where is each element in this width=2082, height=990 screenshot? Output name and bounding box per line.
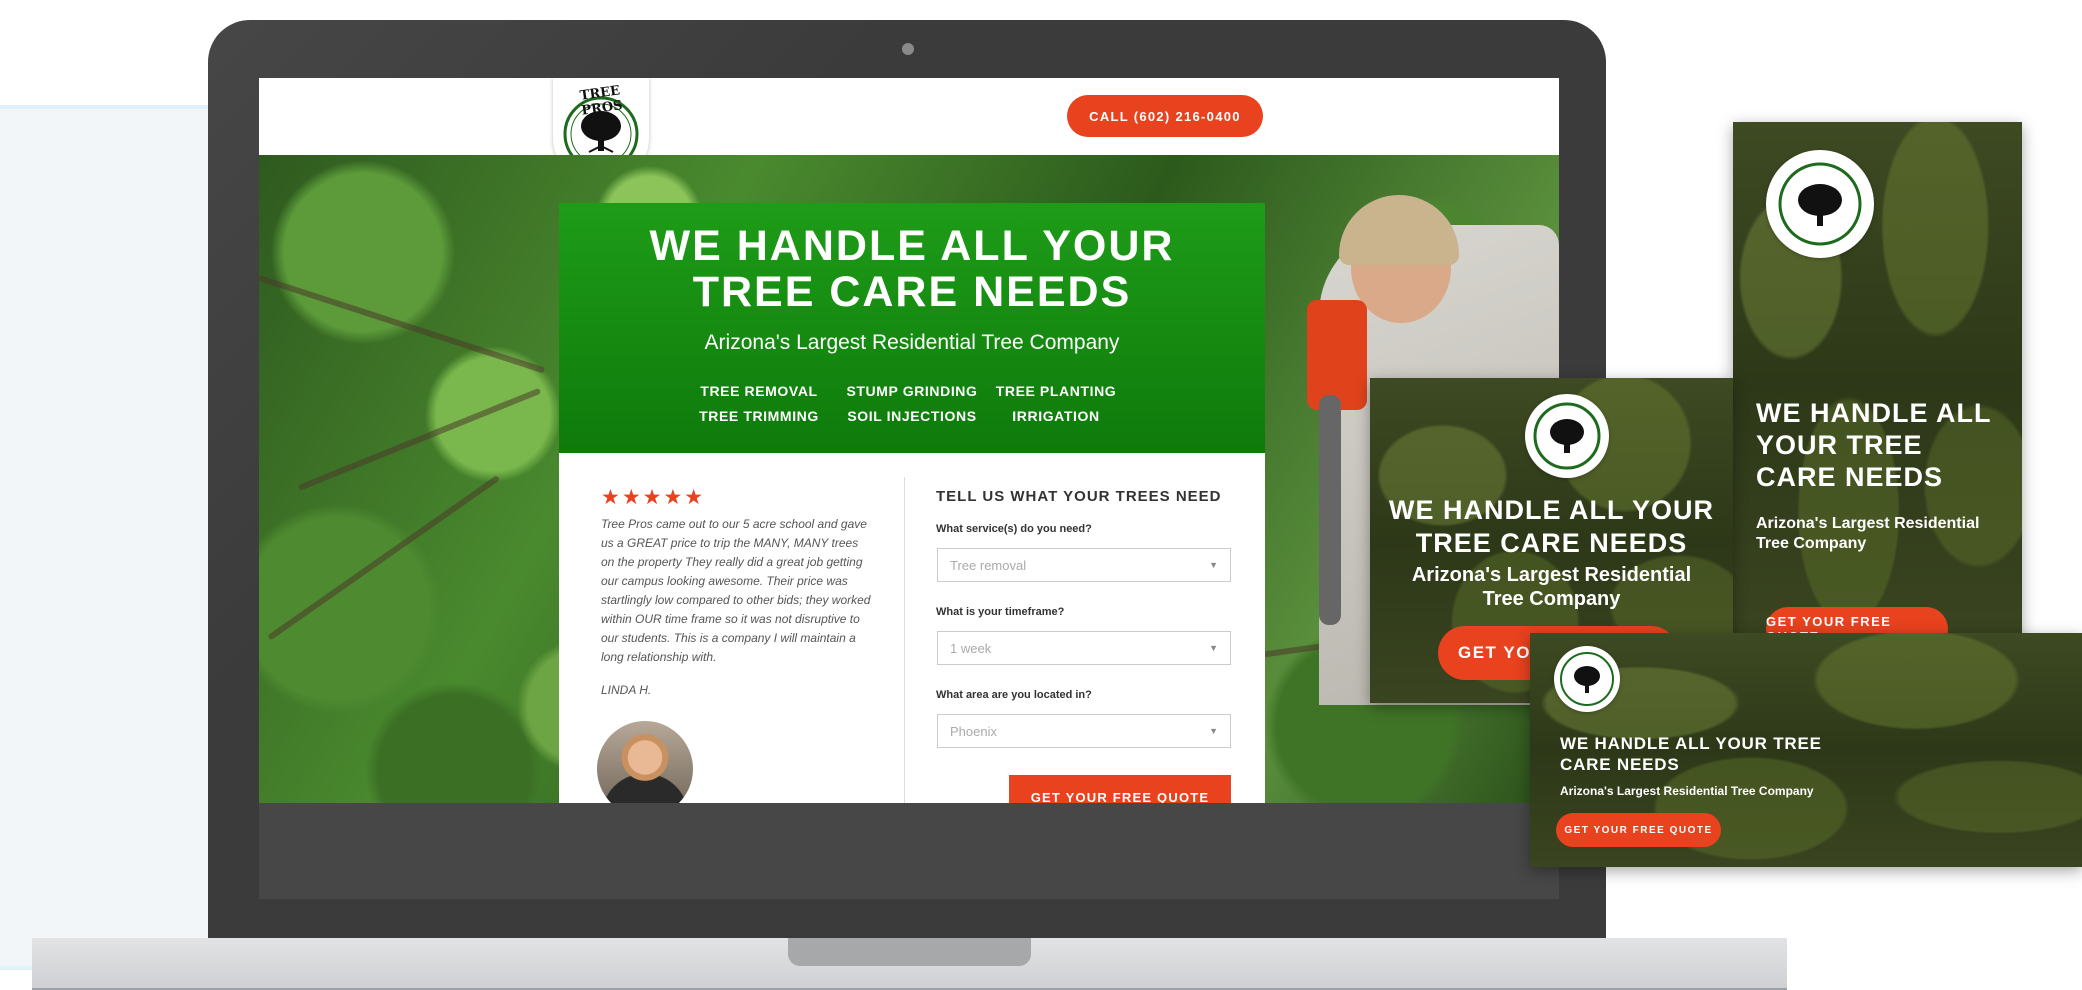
- service-label: What service(s) do you need?: [936, 523, 1092, 535]
- chevron-down-icon: ▼: [1209, 643, 1218, 653]
- timeframe-select[interactable]: 1 week ▼: [937, 631, 1231, 665]
- ad-headline: WE HANDLE ALL YOUR TREE CARE NEEDS: [1756, 398, 1991, 492]
- page-title: WE HANDLE ALL YOUR TREE CARE NEEDS: [649, 222, 1175, 316]
- testimonial-text: Tree Pros came out to our 5 acre school …: [601, 517, 871, 664]
- service-item: STUMP GRINDING: [846, 383, 978, 399]
- tree-logo-icon: [1533, 402, 1601, 470]
- get-free-quote-button[interactable]: GET YOUR FREE QUOTE: [1009, 775, 1231, 803]
- camera-icon: [902, 43, 914, 55]
- avatar: [597, 721, 693, 803]
- page-subtitle: Arizona's Largest Residential Tree Compa…: [704, 331, 1120, 354]
- timeframe-label: What is your timeframe?: [936, 606, 1065, 618]
- location-label: What area are you located in?: [936, 689, 1092, 701]
- testimonial-author: LINDA H.: [601, 683, 652, 697]
- star-rating: ★★★★★: [601, 486, 706, 509]
- banner-ad-wide[interactable]: WE HANDLE ALL YOUR TREE CARE NEEDS Arizo…: [1530, 633, 2082, 867]
- chainsaw: [1307, 300, 1367, 410]
- background-panel: [0, 105, 240, 970]
- banner-ad-tall[interactable]: WE HANDLE ALL YOUR TREE CARE NEEDS Arizo…: [1733, 122, 2022, 642]
- location-select[interactable]: Phoenix ▼: [937, 714, 1231, 748]
- ad-headline: WE HANDLE ALL YOUR TREE CARE NEEDS: [1560, 734, 1822, 774]
- service-item: TREE TRIMMING: [699, 408, 819, 424]
- service-item: IRRIGATION: [1012, 408, 1100, 424]
- hero-section: WE HANDLE ALL YOUR TREE CARE NEEDS Arizo…: [259, 155, 1559, 803]
- chevron-down-icon: ▼: [1209, 726, 1218, 736]
- divider: [904, 477, 905, 803]
- ad-logo: [1554, 646, 1620, 712]
- ad-headline: WE HANDLE ALL YOUR TREE CARE NEEDS: [1388, 495, 1714, 558]
- call-button[interactable]: CALL (602) 216-0400: [1067, 95, 1263, 137]
- service-item: TREE REMOVAL: [700, 383, 818, 399]
- headline-card: WE HANDLE ALL YOUR TREE CARE NEEDS Arizo…: [559, 203, 1265, 453]
- ad-subheadline: Arizona's Largest Residential Tree Compa…: [1756, 515, 1980, 552]
- service-item: SOIL INJECTIONS: [847, 408, 977, 424]
- laptop-notch: [788, 938, 1031, 966]
- tree-logo-icon: [1778, 162, 1862, 246]
- service-select[interactable]: Tree removal ▼: [937, 548, 1231, 582]
- quote-card: ★★★★★ Tree Pros came out to our 5 acre s…: [559, 453, 1265, 803]
- service-item: TREE PLANTING: [995, 383, 1117, 399]
- ad-logo: [1525, 394, 1609, 478]
- laptop-screen: TREE PROS CALL (602) 216-0400 WE HANDLE …: [259, 78, 1559, 899]
- ad-subheadline: Arizona's Largest Residential Tree Compa…: [1560, 784, 1814, 798]
- ad-logo: [1766, 150, 1874, 258]
- ad-subheadline: Arizona's Largest Residential Tree Compa…: [1411, 564, 1692, 610]
- site-header: [259, 78, 1559, 155]
- tree-logo-icon: [1560, 652, 1614, 706]
- ad-cta-button[interactable]: GET YOUR FREE QUOTE: [1556, 813, 1721, 847]
- form-title: TELL US WHAT YOUR TREES NEED: [936, 488, 1222, 505]
- chevron-down-icon: ▼: [1209, 560, 1218, 570]
